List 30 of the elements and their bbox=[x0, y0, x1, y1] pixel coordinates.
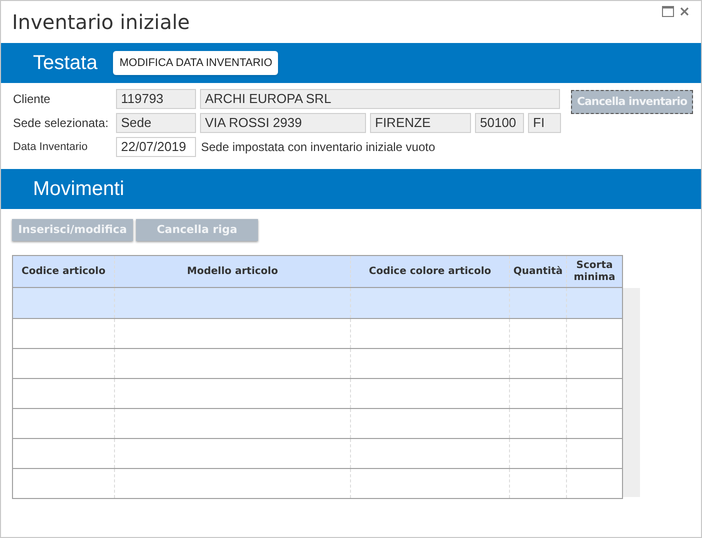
column-header[interactable]: Scorta minima bbox=[566, 256, 622, 287]
maximize-icon[interactable] bbox=[662, 6, 674, 17]
text-field[interactable]: VIA ROSSI 2939 bbox=[200, 113, 366, 133]
column-header[interactable]: Codice colore articolo bbox=[350, 256, 509, 287]
text-field[interactable]: Sede bbox=[116, 113, 196, 133]
text-field[interactable]: 50100 bbox=[475, 113, 524, 133]
text-field[interactable]: ARCHI EUROPA SRL bbox=[200, 89, 560, 109]
column-header[interactable]: Modello articolo bbox=[114, 256, 350, 287]
status-note: Sede impostata con inventario iniziale vuoto bbox=[201, 139, 436, 156]
text-field[interactable]: FI bbox=[528, 113, 561, 133]
field-label: Data Inventario bbox=[13, 140, 89, 155]
field-label: Sede selezionata: bbox=[13, 115, 110, 132]
column-header[interactable]: Quantità bbox=[509, 256, 566, 287]
text-field[interactable]: 22/07/2019 bbox=[116, 137, 196, 157]
scrollbar-track[interactable] bbox=[623, 288, 640, 497]
table-row[interactable] bbox=[13, 408, 622, 438]
text-field[interactable]: FIRENZE bbox=[370, 113, 471, 133]
table-row[interactable] bbox=[13, 468, 622, 498]
table-row[interactable] bbox=[13, 318, 622, 348]
column-header[interactable]: Codice articolo bbox=[13, 256, 114, 287]
section-title: Movimenti bbox=[33, 177, 124, 202]
table-row[interactable] bbox=[13, 348, 622, 378]
section-title: Testata bbox=[33, 51, 98, 76]
edit-date-button[interactable]: MODIFICA DATA INVENTARIO bbox=[113, 51, 278, 75]
close-icon[interactable] bbox=[680, 7, 689, 16]
table-row[interactable] bbox=[13, 438, 622, 468]
table-row[interactable] bbox=[13, 378, 622, 408]
field-label: Cliente bbox=[13, 91, 52, 108]
window-title: Inventario iniziale bbox=[12, 9, 190, 36]
text-field[interactable]: 119793 bbox=[116, 89, 196, 109]
